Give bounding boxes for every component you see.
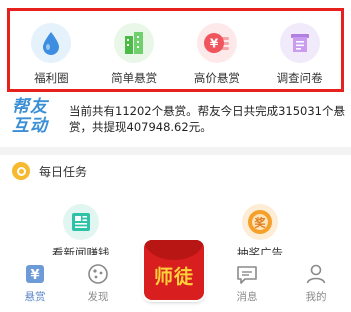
quick-nav-welfare-circle[interactable]: 福利圈 xyxy=(15,23,87,86)
tab-discover[interactable]: 发现 xyxy=(73,261,123,304)
water-drop-icon xyxy=(31,23,72,63)
quick-nav-label: 简单悬赏 xyxy=(111,71,158,85)
tab-profile[interactable]: 我的 xyxy=(291,261,341,304)
tab-label: 发现 xyxy=(87,291,109,303)
announcement-text: 当前共有11202个悬赏。帮友今日共完成315031个悬赏，共提现407948.… xyxy=(69,104,345,134)
quick-nav-simple-bounty[interactable]: 简单悬赏 xyxy=(98,23,170,86)
buildings-icon xyxy=(114,23,155,63)
tab-label: 悬赏 xyxy=(24,291,46,303)
tab-label: 我的 xyxy=(305,291,327,303)
bounty-icon: ¥ xyxy=(21,261,49,287)
mentor-center-button[interactable]: 师徒 xyxy=(144,240,204,300)
svg-text:奖: 奖 xyxy=(255,216,267,230)
prize-icon: 奖 xyxy=(242,204,278,240)
svg-text:¥: ¥ xyxy=(30,268,39,283)
tab-label: 消息 xyxy=(236,291,258,303)
section-divider xyxy=(0,147,351,155)
red-envelope-flap xyxy=(144,240,204,260)
quick-nav-card: 福利圈 简单悬赏 ¥ 高价悬赏 调查问卷 xyxy=(7,8,344,92)
survey-scroll-icon xyxy=(279,23,320,63)
svg-text:¥: ¥ xyxy=(210,37,219,51)
discover-icon xyxy=(84,261,112,287)
tab-bounty[interactable]: ¥ 悬赏 xyxy=(10,261,60,304)
task-lottery-ad[interactable]: 奖 抽奖广告 xyxy=(237,204,283,261)
announcement-bar: 帮友 互动 当前共有11202个悬赏。帮友今日共完成315031个悬赏，共提现4… xyxy=(0,98,351,144)
quick-nav-label: 调查问卷 xyxy=(276,71,323,85)
message-icon xyxy=(233,261,261,287)
quick-nav-label: 福利圈 xyxy=(34,71,69,85)
daily-tasks-title: 每日任务 xyxy=(39,164,88,179)
news-icon xyxy=(62,204,99,240)
center-button-label: 师徒 xyxy=(153,265,194,288)
bangyou-logo: 帮友 互动 xyxy=(12,97,48,136)
profile-icon xyxy=(302,261,330,287)
quick-nav-high-bounty[interactable]: ¥ 高价悬赏 xyxy=(181,23,253,86)
coin-icon xyxy=(12,162,30,180)
yen-coin-icon: ¥ xyxy=(196,23,237,63)
quick-nav-label: 高价悬赏 xyxy=(193,71,240,85)
quick-nav-survey[interactable]: 调查问卷 xyxy=(264,23,336,86)
daily-tasks-header: 每日任务 xyxy=(12,162,87,180)
task-read-news[interactable]: 看新闻赚钱 xyxy=(52,204,110,261)
tab-messages[interactable]: 消息 xyxy=(222,261,272,304)
